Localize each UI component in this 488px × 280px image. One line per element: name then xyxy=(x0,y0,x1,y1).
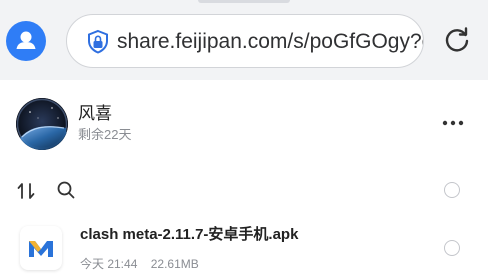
file-list-toolbar xyxy=(16,178,472,204)
app-m-icon xyxy=(20,226,62,270)
account-icon xyxy=(16,31,36,49)
avatar xyxy=(16,98,68,150)
share-owner-header: 风喜 剩余22天 xyxy=(16,98,472,152)
select-all-radio[interactable] xyxy=(444,182,460,198)
remaining-days: 剩余22天 xyxy=(78,127,132,142)
browser-toolbar: share.feijipan.com/s/poGfGOgy?c xyxy=(0,0,488,80)
file-meta: 今天 21:44 22.61MB xyxy=(80,256,209,272)
search-icon[interactable] xyxy=(56,180,76,200)
address-bar[interactable]: share.feijipan.com/s/poGfGOgy?c xyxy=(66,14,424,68)
more-dots-icon[interactable] xyxy=(440,110,466,136)
account-button[interactable] xyxy=(6,21,46,61)
shield-lock-icon xyxy=(88,29,108,54)
file-time: 今天 21:44 xyxy=(80,257,138,271)
owner-name: 风喜 xyxy=(78,104,112,123)
url-text[interactable]: share.feijipan.com/s/poGfGOgy?c xyxy=(117,29,423,55)
file-select-radio[interactable] xyxy=(444,240,460,256)
list-item[interactable]: clash meta-2.11.7-安卓手机.apk 今天 21:44 22.6… xyxy=(16,220,472,280)
reload-icon[interactable] xyxy=(440,24,474,58)
sort-icon[interactable] xyxy=(16,181,36,201)
drag-handle[interactable] xyxy=(198,0,290,3)
file-size: 22.61MB xyxy=(150,257,199,271)
file-name[interactable]: clash meta-2.11.7-安卓手机.apk xyxy=(80,226,298,244)
